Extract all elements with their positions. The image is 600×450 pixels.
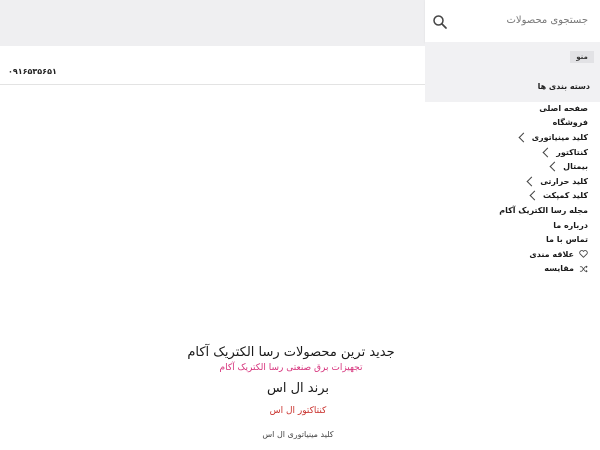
chevron-icon[interactable] xyxy=(542,147,553,158)
sidebar-item-about[interactable]: درباره ما xyxy=(418,218,588,233)
search-box xyxy=(425,0,600,43)
phone-number[interactable]: ۰۹۱۶۵۳۵۶۵۱ xyxy=(8,67,57,76)
chevron-icon[interactable] xyxy=(549,161,560,172)
shuffle-icon xyxy=(579,265,588,273)
sidebar-item-home[interactable]: صفحه اصلی xyxy=(418,101,588,116)
sidebar-item-contact[interactable]: تماس با ما xyxy=(418,232,588,247)
heart-icon xyxy=(579,250,588,259)
brand-title: برند ال اس xyxy=(266,381,330,396)
sidebar-item-bimetal[interactable]: بیمتال xyxy=(418,159,588,174)
section-subtitle[interactable]: تجهیزات برق صنعتی رسا الکتریک آکام xyxy=(0,363,582,373)
brand-link-contactor[interactable]: کنتاکتور ال اس xyxy=(0,406,596,416)
tab-categories[interactable]: دسته بندی ها xyxy=(538,82,590,91)
sidebar-item-compare[interactable]: مقایسه xyxy=(418,262,588,277)
chevron-icon[interactable] xyxy=(518,132,529,143)
sidebar-item-compact-switch[interactable]: کلید کمپکت xyxy=(418,189,588,204)
sidebar-item-magazine[interactable]: مجله رسا الکتریک آکام xyxy=(418,203,588,218)
chevron-icon[interactable] xyxy=(529,190,540,201)
sidebar-item-contactor[interactable]: کنتاکتور xyxy=(418,145,588,160)
section-title: جدید ترین محصولات رسا الکتریک آکام xyxy=(187,345,395,360)
brand-link-miniature[interactable]: کلید مینیاتوری ال اس xyxy=(0,430,596,439)
sidebar-item-shop[interactable]: فروشگاه xyxy=(418,116,588,131)
chevron-icon[interactable] xyxy=(526,176,537,187)
phone-bar xyxy=(0,60,425,85)
search-input[interactable] xyxy=(458,11,588,29)
sidebar-menu: صفحه اصلی فروشگاه کلید مینیاتوری کنتاکتو… xyxy=(418,101,588,276)
search-icon[interactable] xyxy=(432,14,448,30)
tab-menu[interactable]: منو xyxy=(570,51,594,63)
sidebar-item-wishlist[interactable]: علاقه مندی xyxy=(418,247,588,262)
sidebar-item-thermal-switch[interactable]: کلید حرارتی xyxy=(418,174,588,189)
sidebar-item-miniature-switch[interactable]: کلید مینیاتوری xyxy=(418,130,588,145)
